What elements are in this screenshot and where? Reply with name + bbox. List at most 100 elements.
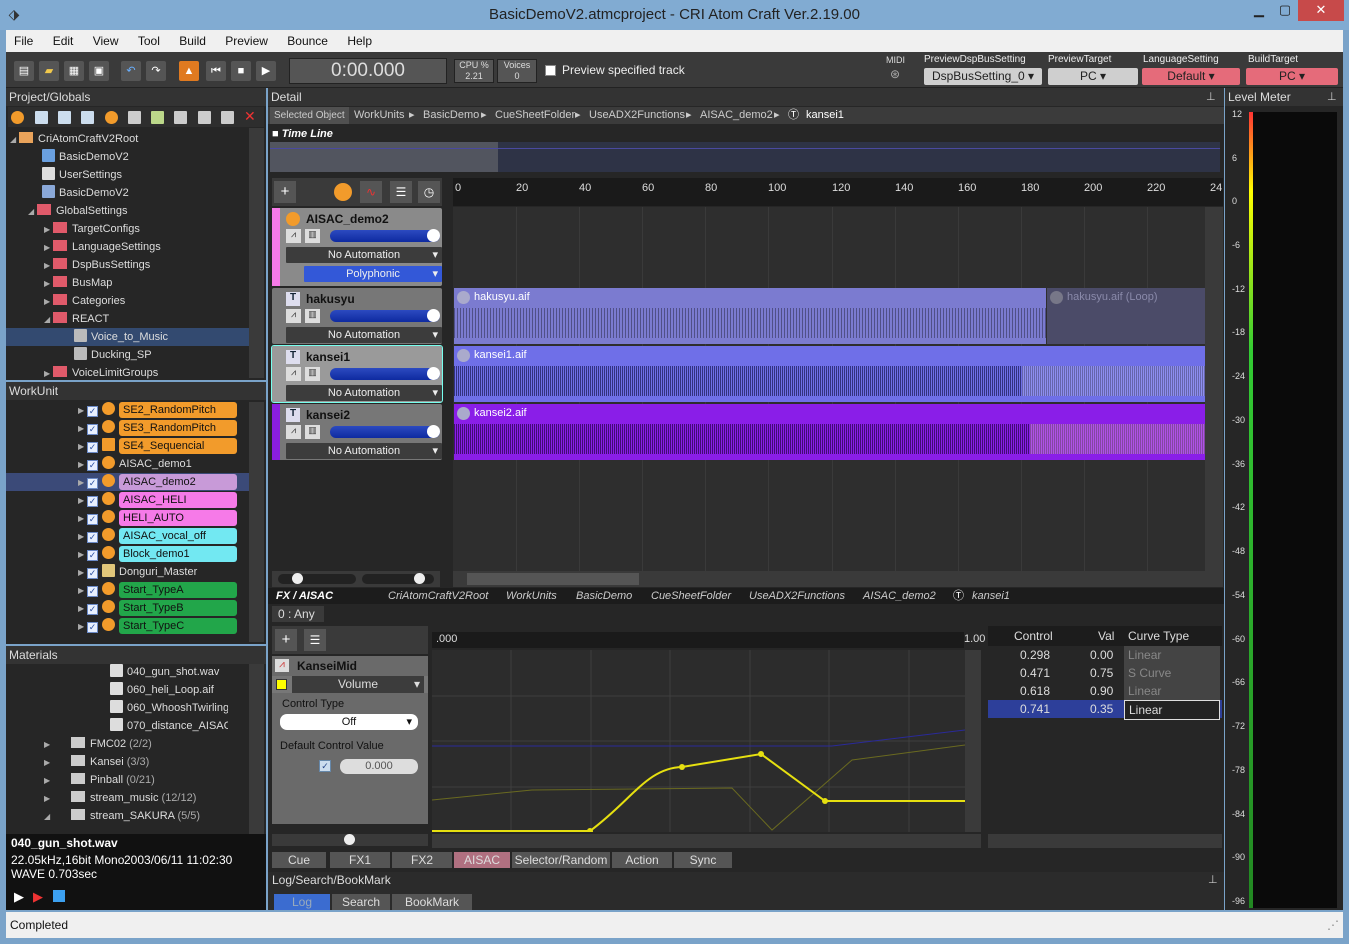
preview-target-select[interactable]: PC ▾ [1048, 68, 1138, 85]
material-file[interactable]: 040_gun_shot.wav [110, 663, 219, 681]
save-icon[interactable]: ▣ [89, 61, 109, 81]
workunit-item[interactable]: ▶ ✓ SE2_RandomPitch [78, 401, 237, 419]
open-folder-icon[interactable]: ▰ [39, 61, 59, 81]
material-folder[interactable]: ▶ Kansei (3/3) [44, 753, 149, 771]
material-file[interactable]: 070_distance_AISAC [110, 717, 228, 735]
mute-icon[interactable]: ▥ [305, 229, 320, 243]
clip-hakusyu-loop[interactable]: hakusyu.aif (Loop) [1047, 288, 1205, 344]
aisac-list-scroll[interactable] [272, 834, 428, 846]
menu-file[interactable]: File [6, 30, 41, 52]
tab-fx2[interactable]: FX2 [392, 852, 452, 868]
default-value-checkbox[interactable]: ✓ [319, 760, 331, 772]
tree-item[interactable]: ▶ BusMap [44, 274, 112, 292]
aisac-graph[interactable] [431, 650, 966, 834]
materials-scrollbar[interactable] [249, 664, 264, 834]
clip-kansei2[interactable]: kansei2.aif [454, 404, 1205, 460]
workunit-item[interactable]: ▶ ✓ SE4_Sequencial [78, 437, 237, 455]
tree-item-selected[interactable]: Voice_to_Music [6, 328, 249, 346]
table-row[interactable]: 0.618 0.90 Linear [988, 682, 1222, 700]
aisac-icon[interactable]: ⩘ [286, 425, 301, 439]
clip-kansei1[interactable]: kansei1.aif [454, 346, 1205, 402]
minimize-button[interactable]: ▁ [1246, 0, 1272, 21]
project-scrollbar[interactable] [249, 128, 264, 378]
menu-edit[interactable]: Edit [45, 30, 82, 52]
curve-type-select[interactable]: Linear [1124, 682, 1220, 700]
workunit-item[interactable]: ▶ ✓ Donguri_Master [78, 563, 197, 581]
material-folder[interactable]: ◢ stream_SAKURA (5/5) [44, 807, 200, 825]
timeline-vscroll[interactable] [1205, 207, 1223, 571]
tree-item[interactable]: ▶ Categories [44, 292, 125, 310]
aisac-target-select[interactable]: Volume ▾ [292, 676, 424, 693]
breadcrumb-item[interactable]: kansei1 [972, 588, 1010, 604]
breadcrumb-item[interactable]: UseADX2Functions [749, 588, 845, 604]
collapse-icon[interactable]: ◢ [28, 203, 37, 221]
menu-view[interactable]: View [85, 30, 127, 52]
pin-icon[interactable]: ⊥ [1327, 90, 1337, 103]
overview-viewport[interactable] [270, 142, 498, 172]
tree-item[interactable]: ◢ GlobalSettings [28, 202, 128, 220]
table-row-selected[interactable]: 0.741 0.35 Linear [988, 700, 1222, 720]
play-icon[interactable]: ▶ [14, 889, 24, 905]
undo-icon[interactable]: ↶ [121, 61, 141, 81]
material-folder[interactable]: ▶ stream_music (12/12) [44, 789, 196, 807]
aisac-icon[interactable] [174, 111, 187, 124]
expand-icon[interactable]: ▶ [44, 365, 53, 383]
link-icon[interactable] [221, 111, 234, 124]
pin-icon[interactable]: ⊥ [1208, 873, 1218, 886]
tab-sync[interactable]: Sync [674, 852, 732, 868]
expand-icon[interactable]: ▶ [44, 275, 53, 293]
build-target-select[interactable]: PC ▾ [1246, 68, 1338, 85]
check-icon[interactable]: ✓ [87, 514, 98, 525]
curve-type-select[interactable]: Linear [1124, 700, 1220, 720]
check-icon[interactable]: ✓ [87, 622, 98, 633]
tree-item[interactable]: UserSettings [42, 166, 122, 184]
workunit-item-selected[interactable]: ▶ ✓ AISAC_demo2 [6, 473, 249, 491]
tool-icon[interactable] [198, 111, 211, 124]
menu-build[interactable]: Build [171, 30, 214, 52]
table-hscroll[interactable] [988, 834, 1222, 848]
volume-slider[interactable] [330, 367, 440, 380]
breadcrumb-item[interactable]: kansei1 [806, 107, 844, 124]
menu-bounce[interactable]: Bounce [279, 30, 336, 52]
expand-icon[interactable]: ▶ [44, 239, 53, 257]
save-all-icon[interactable]: ▦ [64, 61, 84, 81]
tab-search[interactable]: Search [332, 894, 390, 910]
cue-icon[interactable] [11, 111, 24, 124]
check-icon[interactable]: ✓ [87, 496, 98, 507]
automation-select[interactable]: No Automation ▾ [286, 385, 442, 401]
check-icon[interactable]: ✓ [87, 568, 98, 579]
cue-icon[interactable] [334, 183, 352, 201]
material-file[interactable]: 060_heli_Loop.aif [110, 681, 214, 699]
cue-alt-icon[interactable] [105, 111, 118, 124]
graph-hscroll[interactable] [432, 834, 981, 848]
polyphonic-select[interactable]: Polyphonic ▾ [304, 266, 442, 282]
volume-slider[interactable] [330, 309, 440, 322]
breadcrumb-item[interactable]: CueSheetFolder [495, 107, 575, 124]
breadcrumb-item[interactable]: BasicDemo [423, 107, 479, 124]
material-folder[interactable]: ▶ FMC02 (2/2) [44, 735, 152, 753]
material-folder[interactable]: ▶ Pinball (0/21) [44, 771, 155, 789]
clock-icon[interactable]: ◷ [418, 181, 440, 203]
tab-aisac[interactable]: AISAC [454, 852, 510, 868]
workunit-item[interactable]: ▶ ✓ Start_TypeA [78, 581, 237, 599]
curve-icon[interactable]: ∿ [360, 181, 382, 203]
workunit-scrollbar[interactable] [249, 402, 264, 642]
expand-icon[interactable]: ▶ [44, 293, 53, 311]
tree-item[interactable]: ▶ VoiceLimitGroups [44, 364, 158, 382]
default-value-input[interactable]: 0.000 [340, 759, 418, 774]
timeline-hscroll[interactable] [453, 571, 1223, 587]
tab-bookmark[interactable]: BookMark [392, 894, 472, 910]
workunit-item[interactable]: ▶ ✓ Block_demo1 [78, 545, 237, 563]
automation-select[interactable]: No Automation ▾ [286, 443, 442, 459]
play-icon[interactable]: ▶ [256, 61, 276, 81]
loop-play-icon[interactable]: ▶ [33, 889, 43, 905]
zoom-slider[interactable] [278, 573, 356, 584]
preview-track-checkbox[interactable] [545, 65, 556, 76]
tree-item[interactable]: ◢ REACT [44, 310, 109, 328]
aisac-curve[interactable] [431, 650, 966, 834]
event-icon[interactable] [151, 111, 164, 124]
tab-action[interactable]: Action [612, 852, 672, 868]
menu-tool[interactable]: Tool [130, 30, 168, 52]
maximize-button[interactable]: ▢ [1272, 0, 1298, 21]
expand-icon[interactable]: ▶ [44, 257, 53, 275]
